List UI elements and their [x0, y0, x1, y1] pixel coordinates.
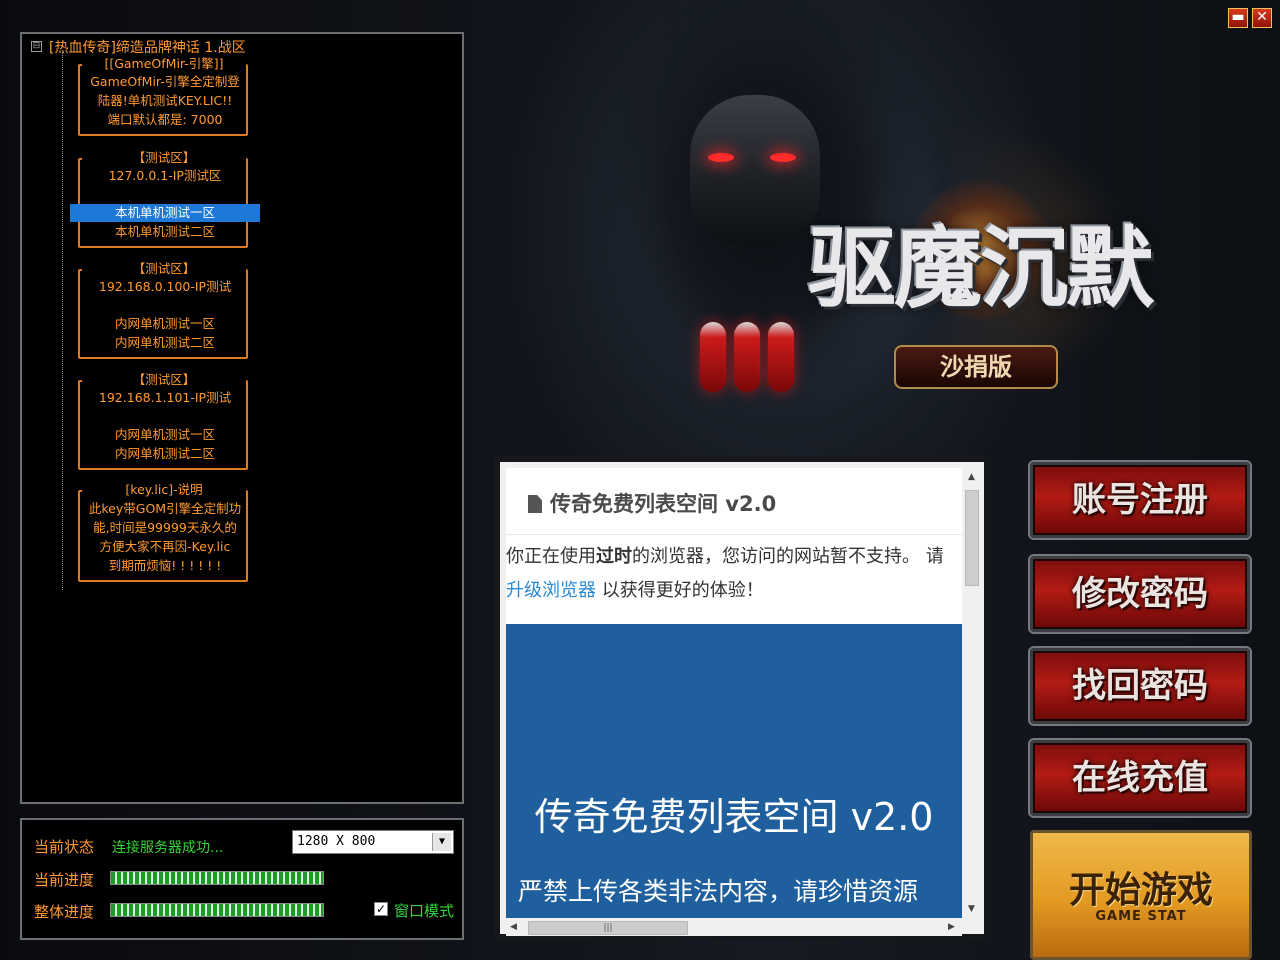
start-game-sublabel: GAME STAT	[1095, 909, 1187, 924]
resolution-value: 1280 X 800	[297, 834, 376, 849]
group-title-2: 【测试区】	[82, 150, 246, 166]
status-value: 连接服务器成功...	[112, 840, 224, 856]
tree-item[interactable]: 此key带GOM引擎全定制功	[78, 499, 252, 518]
recharge-button[interactable]: 在线充值	[1030, 740, 1250, 816]
tree-item[interactable]: 本机单机测试二区	[78, 222, 252, 241]
close-button[interactable]: ✕	[1252, 8, 1272, 28]
outdated-browser-warning: 你正在使用过时的浏览器，您访问的网站暂不支持。 请 升级浏览器 以获得更好的体验…	[506, 540, 962, 608]
register-button[interactable]: 账号注册	[1030, 462, 1250, 538]
resolution-select[interactable]: 1280 X 800 ▼	[292, 830, 454, 854]
warn-bold: 过时	[596, 546, 632, 567]
tree-item-selected[interactable]: 本机单机测试一区	[78, 203, 252, 222]
recover-password-button[interactable]: 找回密码	[1030, 648, 1250, 724]
shell-2	[734, 322, 760, 392]
vertical-scroll-thumb[interactable]	[965, 490, 979, 586]
browser-header-text: 传奇免费列表空间 v2.0	[550, 492, 777, 516]
tree-item[interactable]: 陆器!单机测试KEY.LIC!!	[78, 91, 252, 110]
left-eye-glow	[708, 153, 734, 162]
warn-text: 的浏览器，您访问的网站暂不支持。 请	[632, 546, 944, 567]
scroll-down-icon[interactable]: ▼	[968, 904, 975, 914]
tree-item[interactable]: GameOfMir-引擎全定制登	[78, 72, 252, 91]
minimize-button[interactable]: ▬	[1228, 8, 1248, 28]
start-game-button[interactable]: 开始游戏 GAME STAT	[1030, 830, 1252, 960]
divider	[506, 534, 962, 535]
tree-item[interactable]: 内网单机测试二区	[78, 333, 252, 352]
server-tree-panel[interactable]: ⊟ [热血传奇]缔造品牌神话 1.战区 [[GameOfMir-引擎]] Gam…	[20, 32, 464, 804]
group-title-1: [[GameOfMir-引擎]]	[82, 56, 246, 72]
total-progress-fill	[111, 904, 323, 916]
logo-title: 驱魔沉默	[807, 216, 1154, 320]
total-progress-label: 整体进度	[34, 903, 95, 921]
chevron-down-icon[interactable]: ▼	[432, 833, 451, 851]
status-panel: 当前状态 连接服务器成功... 1280 X 800 ▼ 当前进度 整体进度 ✓…	[20, 818, 464, 940]
tree-item[interactable]: 到期而烦恼! ! ! ! ! !	[78, 556, 252, 575]
start-game-label: 开始游戏	[1068, 869, 1213, 911]
logo-subtitle: 沙捐版	[894, 345, 1058, 389]
browser-header: 传奇免费列表空间 v2.0	[528, 488, 776, 518]
group-title-4: 【测试区】	[82, 372, 246, 388]
game-logo: 驱魔沉默 沙捐版	[760, 140, 1200, 400]
vertical-scrollbar[interactable]: ▲ ▼	[964, 468, 980, 918]
warn-text: 你正在使用	[506, 546, 596, 567]
banner-subtitle: 严禁上传各类非法内容，请珍惜资源	[518, 877, 919, 906]
total-progress-bar	[110, 903, 324, 917]
collapse-icon[interactable]: ⊟	[31, 41, 42, 52]
horizontal-scrollbar[interactable]: ◀ ||| ▶	[506, 920, 962, 936]
scroll-right-icon[interactable]: ▶	[948, 922, 955, 932]
group-title-5: [key.lic]-说明	[82, 482, 246, 498]
current-progress-fill	[111, 872, 323, 884]
tree-item[interactable]: 内网单机测试二区	[78, 444, 252, 463]
browser-viewport: 传奇免费列表空间 v2.0 你正在使用过时的浏览器，您访问的网站暂不支持。 请 …	[506, 468, 962, 918]
horizontal-scroll-thumb[interactable]: |||	[528, 921, 688, 935]
tree-item[interactable]: 192.168.0.100-IP测试	[78, 277, 252, 296]
window-mode-checkbox[interactable]: ✓	[374, 902, 388, 916]
news-browser: 传奇免费列表空间 v2.0 你正在使用过时的浏览器，您访问的网站暂不支持。 请 …	[494, 456, 990, 940]
tree-item[interactable]: 192.168.1.101-IP测试	[78, 388, 252, 407]
change-password-button[interactable]: 修改密码	[1030, 556, 1250, 632]
scroll-up-icon[interactable]: ▲	[968, 472, 975, 482]
window-mode-label[interactable]: 窗口模式	[394, 900, 454, 921]
tree-item[interactable]: 127.0.0.1-IP测试区	[78, 166, 252, 185]
tree-item[interactable]: 内网单机测试一区	[78, 314, 252, 333]
banner-title: 传奇免费列表空间 v2.0	[534, 795, 934, 839]
tree-item[interactable]: 内网单机测试一区	[78, 425, 252, 444]
warn-text: 以获得更好的体验！	[596, 580, 764, 601]
scroll-left-icon[interactable]: ◀	[510, 922, 517, 932]
document-icon	[528, 495, 542, 513]
current-progress-label: 当前进度	[34, 871, 95, 889]
upgrade-browser-link[interactable]: 升级浏览器	[506, 580, 596, 601]
tree-item[interactable]: 能,时间是99999天永久的	[78, 518, 252, 537]
group-title-3: 【测试区】	[82, 261, 246, 277]
tree-item[interactable]: 端口默认都是: 7000	[78, 110, 252, 129]
banner: 传奇免费列表空间 v2.0 严禁上传各类非法内容，请珍惜资源	[506, 624, 962, 918]
tree-guide-vertical	[62, 52, 63, 590]
shell-1	[700, 322, 726, 392]
current-progress-bar	[110, 871, 324, 885]
tree-root-label[interactable]: [热血传奇]缔造品牌神话 1.战区	[49, 37, 246, 57]
tree-item[interactable]: 方便大家不再因-Key.lic	[78, 537, 252, 556]
status-label: 当前状态	[34, 838, 95, 856]
